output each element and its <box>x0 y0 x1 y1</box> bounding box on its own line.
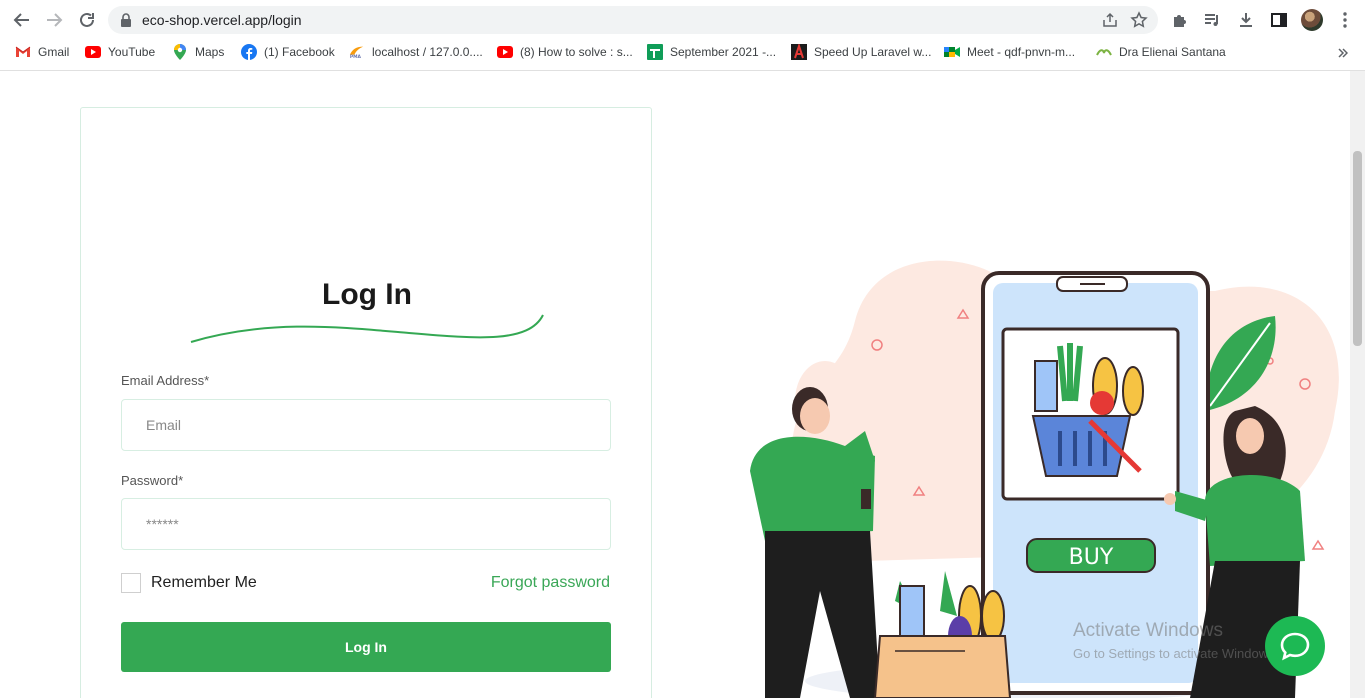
title-underline-swoosh <box>190 314 544 343</box>
media-button[interactable] <box>1201 9 1223 31</box>
browser-toolbar: eco-shop.vercel.app/login <box>0 0 1365 40</box>
sheets-icon <box>647 44 663 60</box>
double-chevron-right-icon <box>1338 48 1348 58</box>
youtube-icon <box>85 44 101 60</box>
email-label: Email Address* <box>121 373 210 388</box>
arrow-left-icon <box>13 13 29 27</box>
side-panel-button[interactable] <box>1268 9 1290 31</box>
bookmark-label: (1) Facebook <box>264 45 335 59</box>
playlist-icon <box>1205 14 1218 26</box>
bookmark-label: Dra Elienai Santana <box>1119 45 1226 59</box>
watermark-title: Activate Windows <box>1073 620 1223 641</box>
bookmark-label: Maps <box>195 45 225 59</box>
password-field[interactable]: ****** <box>121 498 611 550</box>
page-scrollbar[interactable] <box>1350 71 1365 698</box>
extensions-button[interactable] <box>1169 9 1191 31</box>
forgot-password-link[interactable]: Forgot password <box>491 574 610 592</box>
bookmark-label: Gmail <box>38 45 70 59</box>
youtube-icon <box>497 44 513 60</box>
bookmark-dra-elienai[interactable]: Dra Elienai Santana <box>1096 43 1226 61</box>
bookmark-youtube[interactable]: YouTube <box>85 43 155 61</box>
facebook-icon <box>241 44 257 60</box>
watermark-subtitle: Go to Settings to activate Windows. <box>1073 646 1279 661</box>
download-icon <box>1240 13 1252 27</box>
bookmark-star-icon[interactable] <box>1130 11 1148 29</box>
kebab-menu-icon <box>1343 12 1347 28</box>
login-button[interactable]: Log In <box>121 622 611 672</box>
puzzle-icon <box>1174 15 1186 27</box>
bookmark-label: (8) How to solve : s... <box>520 45 633 59</box>
chat-button[interactable] <box>1265 616 1325 676</box>
gmail-icon <box>15 44 31 60</box>
password-placeholder: ****** <box>146 516 179 532</box>
email-placeholder: Email <box>146 417 182 433</box>
bookmark-gmail[interactable]: Gmail <box>15 43 69 61</box>
bookmark-maps[interactable]: Maps <box>172 43 224 61</box>
address-bar[interactable]: eco-shop.vercel.app/login <box>108 6 1158 34</box>
share-icon[interactable] <box>1102 12 1118 28</box>
reload-button[interactable] <box>75 9 99 31</box>
downloads-button[interactable] <box>1235 9 1257 31</box>
meet-icon <box>944 44 960 60</box>
bookmark-label: Meet - qdf-pnvn-m... <box>967 45 1076 59</box>
profile-avatar[interactable] <box>1301 9 1323 31</box>
forward-button[interactable] <box>42 9 66 31</box>
bookmarks-bar: Gmail YouTube Maps (1) Facebook PMA loca… <box>0 40 1365 64</box>
remember-me-option[interactable]: Remember Me <box>121 573 257 593</box>
bookmark-label: September 2021 -... <box>670 45 777 59</box>
bookmark-label: localhost / 127.0.0.... <box>372 45 483 59</box>
phpmyadmin-icon: PMA <box>349 44 365 60</box>
menu-button[interactable] <box>1334 9 1356 31</box>
bookmark-how-to-solve[interactable]: (8) How to solve : s... <box>497 43 633 61</box>
email-field[interactable]: Email <box>121 399 611 451</box>
site-icon <box>1096 44 1112 60</box>
page-content: Log In Email Address* Email Password* **… <box>0 71 1350 698</box>
password-label: Password* <box>121 473 184 488</box>
bookmark-meet[interactable]: Meet - qdf-pnvn-m... <box>944 43 1075 61</box>
remember-me-label: Remember Me <box>151 574 257 591</box>
maps-icon <box>172 44 188 60</box>
reload-icon <box>80 12 94 27</box>
bookmark-localhost[interactable]: PMA localhost / 127.0.0.... <box>349 43 483 61</box>
back-button[interactable] <box>10 9 34 31</box>
remember-me-checkbox[interactable] <box>121 573 141 593</box>
lock-icon <box>121 13 131 27</box>
chat-bubble-icon <box>1280 632 1310 661</box>
arrow-right-icon <box>47 13 63 27</box>
bookmark-label: Speed Up Laravel w... <box>814 45 932 59</box>
login-card: Log In Email Address* Email Password* **… <box>80 107 652 698</box>
bookmark-label: YouTube <box>108 45 156 59</box>
svg-text:PMA: PMA <box>350 54 362 59</box>
buy-label: BUY <box>1069 545 1114 570</box>
bookmark-september-2021[interactable]: September 2021 -... <box>647 43 776 61</box>
laravel-icon <box>791 44 807 60</box>
side-panel-icon <box>1271 13 1287 27</box>
bookmarks-overflow-button[interactable] <box>1338 44 1348 62</box>
activate-windows-watermark: Activate Windows Go to Settings to activ… <box>1073 620 1278 661</box>
url-text[interactable]: eco-shop.vercel.app/login <box>142 12 302 28</box>
page-title: Log In <box>322 278 412 311</box>
scrollbar-thumb[interactable] <box>1353 151 1362 346</box>
bookmark-laravel[interactable]: Speed Up Laravel w... <box>791 43 931 61</box>
bookmark-facebook[interactable]: (1) Facebook <box>241 43 335 61</box>
